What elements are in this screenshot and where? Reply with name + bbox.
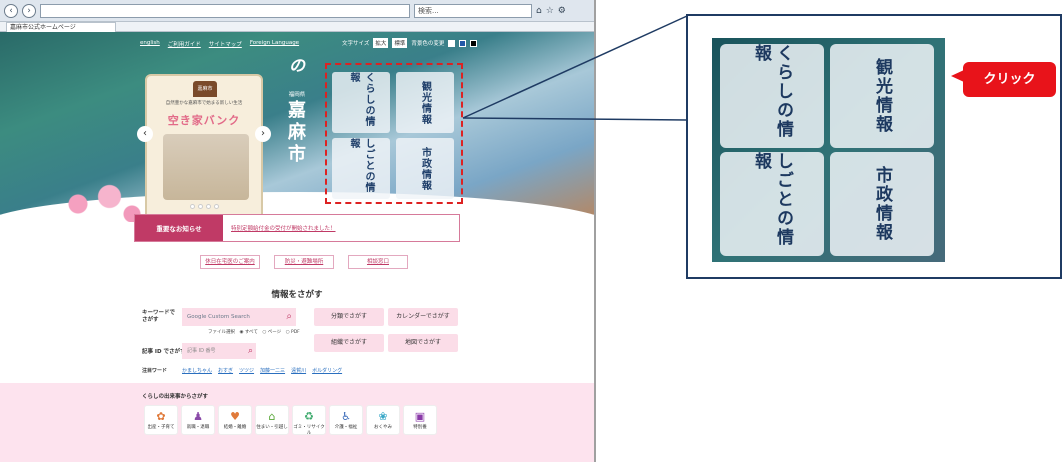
banner-emblem: 嘉麻市 — [193, 81, 217, 97]
top-nav: english ご利用ガイド サイトマップ Foreign Language — [140, 40, 299, 48]
zoom-tile-living[interactable]: くらしの情報 — [720, 44, 824, 148]
important-notice: 重要なお知らせ 特別定額給付金の受付が開始されました！ — [134, 214, 460, 242]
notice-link[interactable]: 特別定額給付金の受付が開始されました！ — [223, 215, 336, 241]
size-large-button[interactable]: 拡大 — [373, 38, 389, 48]
next-slide-button[interactable]: › — [255, 126, 271, 142]
color-black-button[interactable] — [470, 39, 478, 47]
text-size-controls: 文字サイズ 拡大 標準 背景色の変更 — [342, 38, 478, 48]
color-white-button[interactable] — [448, 39, 456, 47]
city-mark-icon: の — [288, 56, 305, 75]
akiya-bank-banner[interactable]: 嘉麻市 自然豊かな嘉麻市で始まる新しい生活 空き家バンク — [145, 74, 263, 222]
nav-link[interactable]: サイトマップ — [209, 40, 242, 48]
size-label: 文字サイズ — [342, 41, 370, 47]
notice-label: 重要なお知らせ — [135, 215, 223, 241]
zoom-tile-work[interactable]: しごとの情報 — [720, 152, 824, 256]
nav-link[interactable]: english — [140, 40, 160, 48]
city-name: 嘉麻市 — [288, 100, 306, 165]
slide-dot[interactable] — [198, 204, 203, 209]
zoom-tile-city-government[interactable]: 市政情報 — [830, 152, 934, 256]
click-label: クリック — [963, 62, 1056, 97]
size-standard-button[interactable]: 標準 — [392, 38, 408, 48]
callout-line-top — [462, 15, 688, 119]
banner-title: 空き家バンク — [167, 114, 241, 127]
zoomed-quick-menu: くらしの情報 観光情報 しごとの情報 市政情報 — [712, 38, 945, 262]
slide-dots — [190, 204, 219, 209]
prev-slide-button[interactable]: ‹ — [137, 126, 153, 142]
banner-subtitle: 自然豊かな嘉麻市で始まる新しい生活 — [165, 101, 243, 106]
nav-link[interactable]: Foreign Language — [250, 40, 299, 48]
prefecture-name: 福岡県 — [288, 92, 306, 98]
color-blue-button[interactable] — [459, 39, 467, 47]
color-label: 背景色の変更 — [411, 41, 445, 47]
callout-line-bottom — [462, 117, 688, 121]
nav-link[interactable]: ご利用ガイド — [168, 40, 201, 48]
slide-dot[interactable] — [190, 204, 195, 209]
zoom-tile-tourism[interactable]: 観光情報 — [830, 44, 934, 148]
slide-dot[interactable] — [206, 204, 211, 209]
city-logo[interactable]: の 福岡県 嘉麻市 — [283, 52, 311, 202]
highlight-box — [325, 63, 463, 204]
banner-photo — [163, 134, 249, 200]
slide-dot[interactable] — [214, 204, 219, 209]
